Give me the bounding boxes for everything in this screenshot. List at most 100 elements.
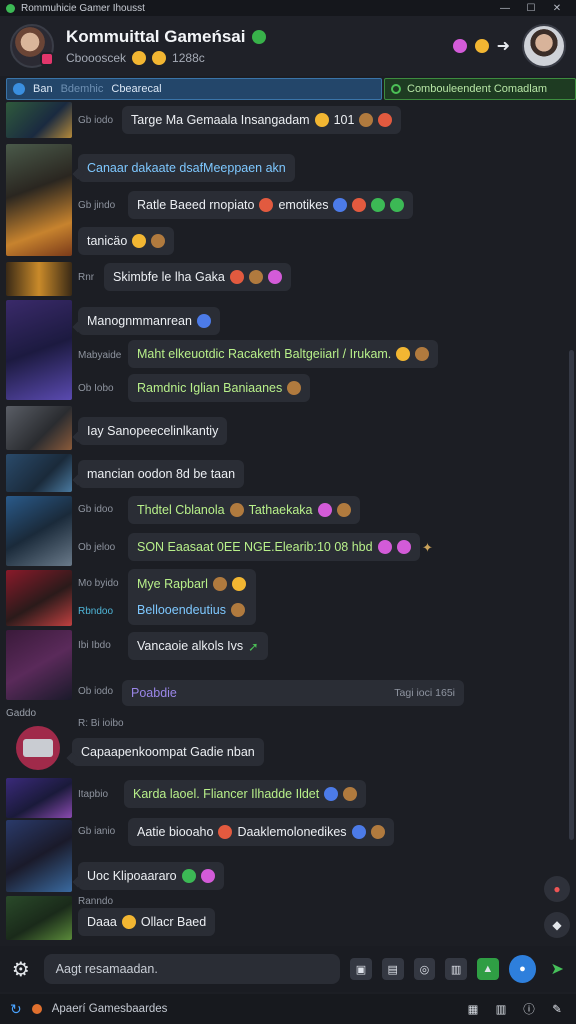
message-bubble[interactable]: Daaa Ollacr Baed [78,908,216,936]
scrollbar[interactable] [569,350,574,840]
gif-icon[interactable]: ◎ [413,958,436,980]
message-text: Iay Sanopeecelinlkantiy [87,424,219,438]
message-bubble[interactable]: tanicäo [78,227,175,255]
app-icon [6,3,15,13]
emoji-icon [229,503,244,517]
message-bubble[interactable]: Targe Ma Gemaala Insangadam 101 [122,106,402,134]
game-thumbnail[interactable] [6,144,72,256]
message-bubble[interactable]: Karda laoel. Fliancer Ilhadde Ildet [124,780,367,808]
grid-icon[interactable]: ▦ [464,1002,482,1016]
message-bubble[interactable]: Capaapenkoompat Gadie nban [72,738,264,766]
emoji-icon [396,540,411,554]
chart-icon[interactable]: ▲ [476,958,499,980]
message-text: Uoc Klipoaararo [87,869,177,883]
message-input[interactable]: Aagt resamaadan. [43,954,341,984]
member-count: 1288c [172,51,205,65]
message-line: Bellooendeutius [137,603,245,617]
group-avatar[interactable] [16,726,60,770]
message-bubble[interactable]: Ratle Baeed rnopiato emotikes [128,191,414,219]
message-text: SON Eaasaat 0EE NGE.Elearib:10 08 hbd [137,540,373,554]
message-text: Aatie biooaho [137,825,214,839]
emoji-icon [324,787,339,801]
message-text: Thdtel Cblanola [137,503,225,517]
game-thumbnail[interactable] [6,406,72,450]
tab-label: Ban [33,83,53,95]
game-thumbnail[interactable] [6,262,72,296]
gallery-icon[interactable]: ▤ [381,958,404,980]
message-nick: Gb jindo [78,200,116,211]
message-composer: ⚙ Aagt resamaadan. ▣ ▤ ◎ ▥ ▲ ● ➤ [0,946,576,992]
message-feed[interactable]: Gb iodo Targe Ma Gemaala Insangadam 101 … [0,102,568,944]
game-thumbnail[interactable] [6,820,72,892]
message-text: Canaar dakaate dsafMeeppaen akn [87,161,286,175]
emoji-icon [121,915,136,929]
sync-icon[interactable]: ↻ [10,1001,22,1018]
emoji-icon [259,198,274,212]
channel-avatar[interactable] [10,24,54,68]
emoji-icon [229,270,244,284]
message-text: Maht elkeuotdic Racaketh Baltgeiiarl / I… [137,347,392,361]
message-bubble[interactable]: Maht elkeuotdic Racaketh Baltgeiiarl / I… [128,340,439,368]
emoji-icon [287,381,302,395]
columns-icon[interactable]: ▥ [492,1002,510,1016]
verified-icon [251,30,266,44]
message-text: Vancaoie alkols Ivs [137,639,244,653]
emoji-icon [317,503,332,517]
user-avatar[interactable] [522,24,566,68]
message-bubble[interactable]: Manognmmanrean [78,307,220,335]
message-text: Mye Rapbarl [137,577,208,591]
close-button[interactable]: ✕ [544,3,570,14]
message-bubble[interactable]: Skimbfe le lha Gaka [104,263,291,291]
camera-icon[interactable]: ▣ [350,958,372,980]
message-bubble[interactable]: Canaar dakaate dsafMeeppaen akn [78,154,295,182]
message-bubble[interactable]: Thdtel Cblanola Tathaekaka [128,496,360,524]
tab-main[interactable]: Ban Bdemhic Cbearecal [6,78,382,100]
game-thumbnail[interactable] [6,496,72,566]
message-bubble[interactable]: mancian oodon 8d be taan [78,460,245,488]
emoji-icon [248,270,263,284]
game-thumbnail[interactable] [6,570,72,626]
message-bubble[interactable]: Uoc Klipoaararo [78,862,224,890]
reaction-icon[interactable] [474,39,489,53]
game-thumbnail[interactable] [6,630,72,700]
status-dot-icon [31,1004,42,1014]
message-text: Skimbfe le lha Gaka [113,270,225,284]
message-group[interactable]: Mye Rapbarl Bellooendeutius [128,569,256,625]
message-bubble[interactable]: Iay Sanopeecelinlkantiy [78,417,228,445]
message-text: Bellooendeutius [137,603,226,617]
message-bubble[interactable]: Vancaoie alkols Ivs ➚ [128,632,268,660]
emoji-icon [196,314,211,328]
game-thumbnail[interactable] [6,454,72,492]
emoji-icon [351,825,366,839]
game-thumbnail[interactable] [6,778,72,818]
emoji-icon [336,503,351,517]
gear-icon[interactable]: ⚙ [8,957,34,982]
arrow-icon: ➚ [248,639,259,654]
tab-community[interactable]: Combouleendent Comadlam [384,78,576,100]
share-icon[interactable]: ➜ [497,36,510,56]
message-nick: Ibi Ibdo [78,640,111,651]
attach-icon[interactable]: ▥ [445,958,467,980]
message-bubble[interactable]: Ramdnic Iglian Baniaanes [128,374,311,402]
send-icon[interactable]: ➤ [546,958,568,980]
message-text: tanicäo [87,234,128,248]
scroll-up-button[interactable]: ● [544,876,570,902]
message-bubble[interactable]: Poabdie Tagi ioci 165i [122,680,464,706]
edit-icon[interactable]: ✎ [548,1002,566,1016]
message-timestamp: Tagi ioci 165i [394,687,455,699]
info-icon[interactable]: ⓘ [520,1001,538,1017]
emoji-icon [352,198,367,212]
sticker-icon[interactable] [452,39,467,53]
game-thumbnail[interactable] [6,300,72,400]
emoji-icon [396,347,411,361]
message-bubble[interactable]: SON Eaasaat 0EE NGE.Elearib:10 08 hbd [128,533,420,561]
game-thumbnail[interactable] [6,102,72,138]
scroll-down-button[interactable]: ◆ [544,912,570,938]
message-bubble[interactable]: Aatie biooaho Daaklemolonedikes [128,818,394,846]
maximize-button[interactable]: ☐ [518,3,544,14]
status-icon [391,84,401,94]
emoji-icon [218,825,233,839]
game-thumbnail[interactable] [6,896,72,940]
minimize-button[interactable]: — [492,3,518,14]
voice-button[interactable]: ● [508,955,537,983]
